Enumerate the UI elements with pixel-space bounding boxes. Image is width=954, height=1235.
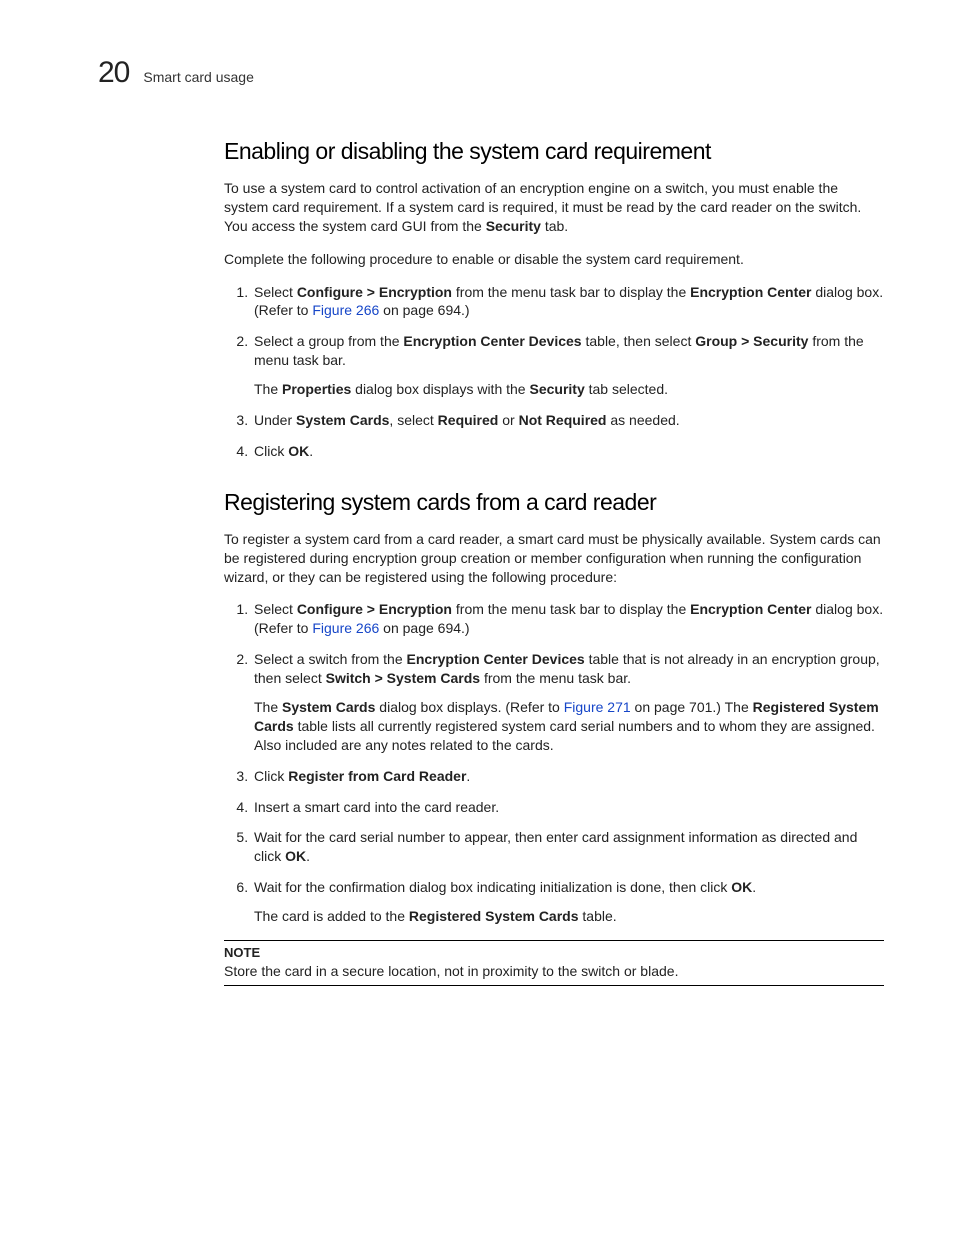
menu-path: Group > Security — [695, 333, 808, 349]
step-2-followup: The Properties dialog box displays with … — [254, 380, 884, 399]
text: on page 694.) — [379, 302, 469, 318]
text: Wait for the confirmation dialog box ind… — [254, 879, 731, 895]
text: The — [254, 381, 282, 397]
text: from the menu task bar to display the — [452, 284, 690, 300]
step-5: Wait for the card serial number to appea… — [252, 828, 884, 866]
text: tab selected. — [585, 381, 668, 397]
section-heading-register: Registering system cards from a card rea… — [224, 489, 884, 516]
text: Select — [254, 284, 297, 300]
figure-link[interactable]: Figure 266 — [312, 620, 379, 636]
step-1: Select Configure > Encryption from the m… — [252, 600, 884, 638]
running-head: 20 Smart card usage — [98, 58, 874, 88]
lead-paragraph: Complete the following procedure to enab… — [224, 250, 884, 269]
menu-path: Configure > Encryption — [297, 601, 452, 617]
note-rule-top — [224, 940, 884, 941]
table-name: Registered System Cards — [409, 908, 579, 924]
button-name: OK — [285, 848, 306, 864]
text: table lists all currently registered sys… — [254, 718, 875, 753]
note-rule-bottom — [224, 985, 884, 986]
step-4: Insert a smart card into the card reader… — [252, 798, 884, 817]
step-4: Click OK. — [252, 442, 884, 461]
step-2-followup: The System Cards dialog box displays. (R… — [254, 698, 884, 755]
text: The card is added to the — [254, 908, 409, 924]
text: on page 701.) The — [631, 699, 753, 715]
option-name: Not Required — [519, 412, 607, 428]
field-name: System Cards — [296, 412, 389, 428]
button-name: OK — [288, 443, 309, 459]
text: . — [309, 443, 313, 459]
text: dialog box displays with the — [351, 381, 529, 397]
procedure-steps-2: Select Configure > Encryption from the m… — [224, 600, 884, 926]
figure-link[interactable]: Figure 271 — [564, 699, 631, 715]
procedure-steps-1: Select Configure > Encryption from the m… — [224, 283, 884, 461]
text: from the menu task bar to display the — [452, 601, 690, 617]
step-2: Select a switch from the Encryption Cent… — [252, 650, 884, 754]
note-label: NOTE — [224, 945, 884, 960]
security-tab-label: Security — [486, 218, 541, 234]
dialog-name: Encryption Center — [690, 284, 811, 300]
dialog-name: System Cards — [282, 699, 375, 715]
text: Click — [254, 768, 288, 784]
text: table. — [579, 908, 617, 924]
text: . — [306, 848, 310, 864]
menu-path: Configure > Encryption — [297, 284, 452, 300]
step-3: Under System Cards, select Required or N… — [252, 411, 884, 430]
dialog-name: Encryption Center — [690, 601, 811, 617]
text: Select a switch from the — [254, 651, 407, 667]
step-6: Wait for the confirmation dialog box ind… — [252, 878, 884, 926]
text: Wait for the card serial number to appea… — [254, 829, 857, 864]
text: , select — [389, 412, 437, 428]
step-3: Click Register from Card Reader. — [252, 767, 884, 786]
chapter-title: Smart card usage — [143, 69, 254, 85]
option-name: Required — [438, 412, 499, 428]
text: . — [752, 879, 756, 895]
text: table, then select — [582, 333, 696, 349]
chapter-number: 20 — [98, 58, 129, 88]
text: on page 694.) — [379, 620, 469, 636]
text: Click — [254, 443, 288, 459]
text: from the menu task bar. — [480, 670, 631, 686]
table-name: Encryption Center Devices — [407, 651, 585, 667]
text: . — [466, 768, 470, 784]
text: The — [254, 699, 282, 715]
button-name: Register from Card Reader — [288, 768, 466, 784]
intro-paragraph: To use a system card to control activati… — [224, 179, 884, 236]
figure-link[interactable]: Figure 266 — [312, 302, 379, 318]
text: Select a group from the — [254, 333, 403, 349]
page: 20 Smart card usage Enabling or disablin… — [0, 0, 954, 1235]
tab-name: Security — [529, 381, 584, 397]
text: dialog box displays. (Refer to — [375, 699, 563, 715]
text: Select — [254, 601, 297, 617]
text: Under — [254, 412, 296, 428]
step-6-followup: The card is added to the Registered Syst… — [254, 907, 884, 926]
table-name: Encryption Center Devices — [403, 333, 581, 349]
text: as needed. — [606, 412, 679, 428]
text: or — [498, 412, 518, 428]
button-name: OK — [731, 879, 752, 895]
intro-paragraph-2: To register a system card from a card re… — [224, 530, 884, 587]
section-heading-enable: Enabling or disabling the system card re… — [224, 138, 884, 165]
text: tab. — [541, 218, 568, 234]
step-1: Select Configure > Encryption from the m… — [252, 283, 884, 321]
note-body: Store the card in a secure location, not… — [224, 962, 884, 981]
dialog-name: Properties — [282, 381, 351, 397]
main-content: Enabling or disabling the system card re… — [224, 138, 884, 986]
menu-path: Switch > System Cards — [326, 670, 480, 686]
step-2: Select a group from the Encryption Cente… — [252, 332, 884, 399]
